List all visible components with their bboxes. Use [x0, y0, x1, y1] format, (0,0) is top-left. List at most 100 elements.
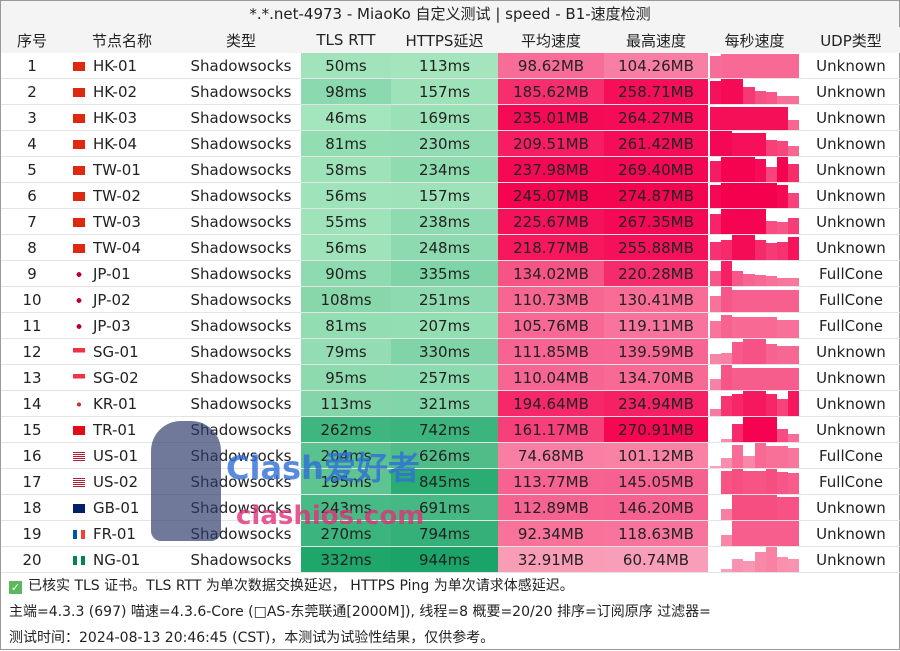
speed-bar [776, 54, 788, 79]
tls-rtt: 243ms [301, 494, 391, 522]
footer-line-time: 测试时间：2024-08-13 20:46:45 (CST)，本测试为试验性结果… [9, 630, 495, 647]
footer-line-info: 主端=4.3.3 (697) 喵速=4.3.6-Core (□AS-东莞联通[2… [9, 604, 711, 621]
node-name: SG-01 [93, 342, 139, 361]
speed-bar [787, 496, 799, 521]
speed-bar [710, 296, 722, 313]
speed-bar [776, 95, 788, 105]
flag-sg-icon [73, 373, 85, 383]
speed-bar [743, 417, 755, 443]
udp-type: Unknown [801, 390, 900, 418]
speed-bar [743, 521, 755, 547]
speed-bar [743, 235, 755, 261]
udp-type: FullCone [801, 260, 900, 288]
speed-bar [754, 443, 766, 469]
speed-bar [765, 220, 777, 235]
udp-type: FullCone [801, 442, 900, 470]
avg-speed: 111.85MB [498, 338, 604, 366]
node-name-cell: NG-01 [63, 546, 181, 574]
table-row: 16 US-01 Shadowsocks 204ms 626ms 74.68MB… [1, 442, 900, 470]
proxy-type: Shadowsocks [181, 208, 301, 236]
flag-cn-icon [73, 191, 85, 201]
speed-bar [754, 417, 766, 443]
flag-kr-icon [73, 399, 85, 409]
table-row: 9 JP-01 Shadowsocks 90ms 335ms 134.02MB … [1, 260, 900, 288]
table-row: 1 HK-01 Shadowsocks 50ms 113ms 98.62MB 1… [1, 53, 900, 80]
https-delay: 691ms [391, 494, 498, 522]
node-name: HK-02 [93, 82, 138, 101]
speed-bar [732, 367, 744, 391]
table-row: 18 GB-01 Shadowsocks 243ms 691ms 112.89M… [1, 494, 900, 522]
speed-bar [765, 469, 777, 495]
udp-type: Unknown [801, 208, 900, 236]
speed-bar [710, 379, 722, 391]
max-speed: 101.12MB [604, 442, 708, 470]
node-name: TW-02 [93, 186, 141, 205]
node-name-cell: US-01 [63, 442, 181, 470]
avg-speed: 245.07MB [498, 182, 604, 210]
avg-speed: 113.77MB [498, 468, 604, 496]
column-header: 节点名称 [63, 27, 181, 53]
udp-type: Unknown [801, 546, 900, 574]
row-index: 8 [1, 234, 63, 262]
speed-bar [710, 241, 722, 261]
max-speed: 118.63MB [604, 520, 708, 548]
speed-bar [765, 417, 777, 443]
tls-rtt: 90ms [301, 260, 391, 288]
tls-rtt: 204ms [301, 442, 391, 470]
column-header: 平均速度 [498, 27, 604, 53]
speed-bar [732, 183, 744, 209]
max-speed: 130.41MB [604, 286, 708, 314]
window-title: *.*.net-4973 - MiaoKo 自定义测试 | speed - B1… [1, 1, 899, 27]
per-second-speed [708, 442, 801, 470]
row-index: 3 [1, 104, 63, 132]
tls-rtt: 58ms [301, 156, 391, 184]
speed-bar [710, 80, 722, 105]
speed-bar [743, 317, 755, 339]
speed-bar [743, 106, 755, 131]
udp-type: Unknown [801, 156, 900, 184]
speed-bar [743, 289, 755, 313]
per-second-speed [708, 182, 801, 210]
speed-bar [710, 271, 722, 287]
per-second-speed [708, 53, 801, 80]
avg-speed: 105.76MB [498, 312, 604, 340]
speed-bar [765, 495, 777, 521]
speed-bar [721, 79, 733, 105]
node-name: TW-03 [93, 212, 141, 231]
max-speed: 267.35MB [604, 208, 708, 236]
node-name: US-02 [93, 472, 138, 491]
table-row: 19 FR-01 Shadowsocks 270ms 794ms 92.34MB… [1, 520, 900, 548]
row-index: 16 [1, 442, 63, 470]
row-index: 10 [1, 286, 63, 314]
udp-type: Unknown [801, 78, 900, 106]
flag-jp-icon [73, 295, 85, 305]
table-row: 20 NG-01 Shadowsocks 332ms 944ms 32.91MB… [1, 546, 900, 574]
speed-bar [787, 218, 799, 235]
speed-bar [765, 521, 777, 547]
max-speed: 269.40MB [604, 156, 708, 184]
avg-speed: 110.73MB [498, 286, 604, 314]
column-header: HTTPS延迟 [391, 27, 498, 53]
flag-gb-icon [73, 503, 85, 513]
avg-speed: 74.68MB [498, 442, 604, 470]
https-delay: 335ms [391, 260, 498, 288]
https-delay: 234ms [391, 156, 498, 184]
column-header: TLS RTT [301, 27, 391, 53]
tls-rtt: 108ms [301, 286, 391, 314]
node-name-cell: JP-02 [63, 286, 181, 314]
speed-bar [776, 345, 788, 365]
per-second-speed [708, 546, 801, 574]
speed-bar [765, 344, 777, 365]
proxy-type: Shadowsocks [181, 53, 301, 80]
tls-rtt: 56ms [301, 234, 391, 262]
speed-bar [721, 157, 733, 183]
speed-bar [710, 214, 722, 235]
flag-us-icon [73, 477, 85, 487]
checkbox-icon: ✓ [9, 581, 22, 595]
speed-bar [776, 241, 788, 261]
speed-bar [721, 568, 733, 573]
udp-type: Unknown [801, 130, 900, 158]
node-name: HK-04 [93, 134, 138, 153]
node-name: TR-01 [93, 420, 137, 439]
avg-speed: 134.02MB [498, 260, 604, 288]
